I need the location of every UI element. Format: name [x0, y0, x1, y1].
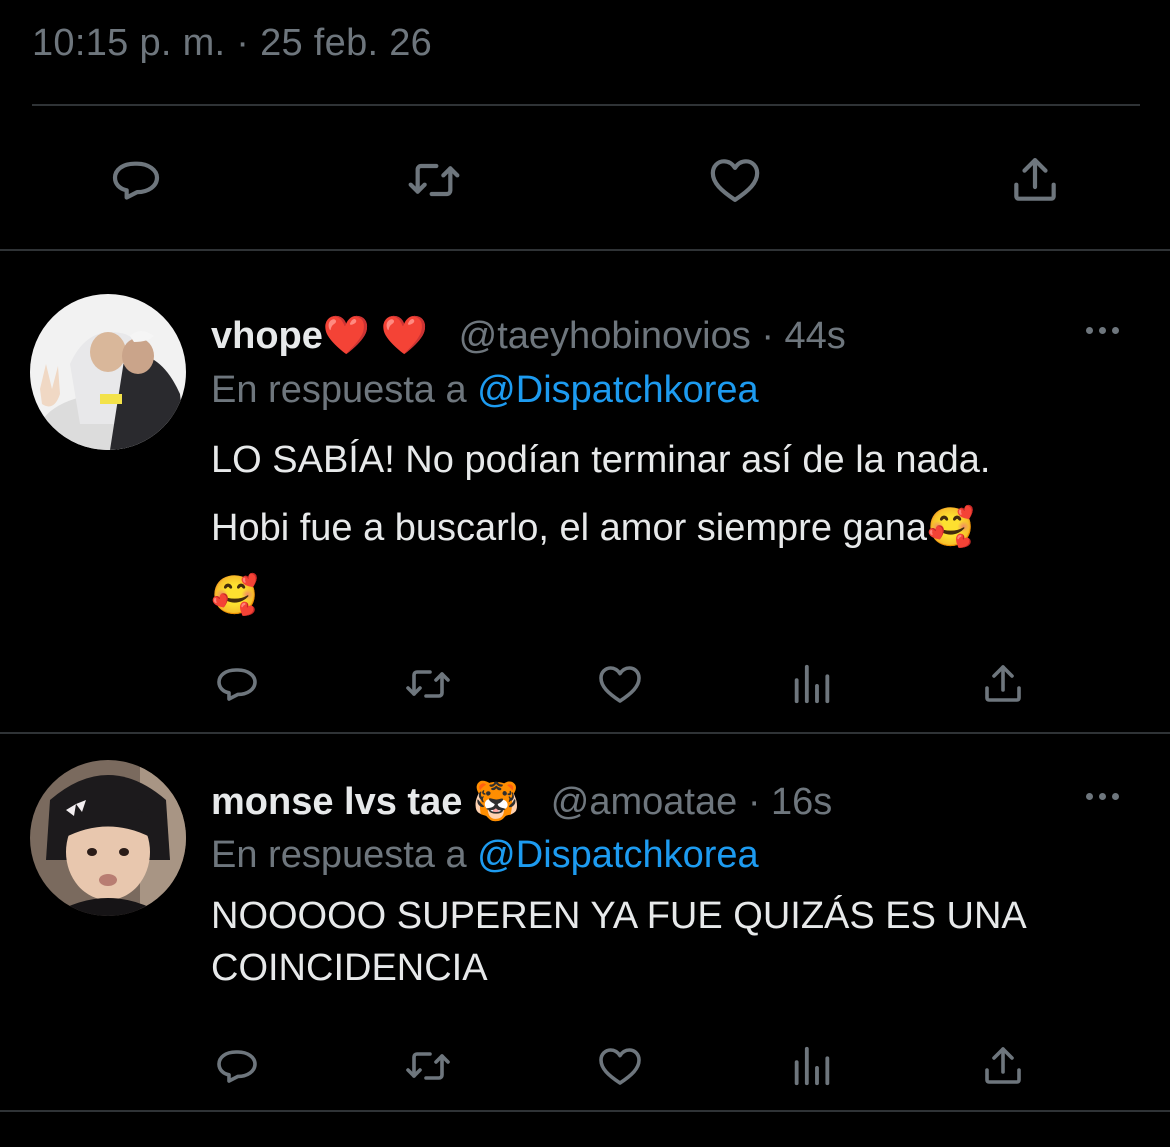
retweet-button[interactable]: [398, 1036, 458, 1096]
like-icon: [599, 666, 641, 703]
tweet-actions: [0, 1036, 1170, 1096]
like-button[interactable]: [590, 1036, 650, 1096]
retweet-icon: [408, 163, 460, 197]
reply-button[interactable]: [207, 1036, 267, 1096]
reply-icon: [217, 668, 257, 701]
divider: [0, 1110, 1170, 1112]
share-icon: [1014, 158, 1056, 201]
tweet-text: NOOOOO SUPEREN YA FUE QUIZÁS ES UNA COIN…: [211, 890, 1131, 994]
like-button[interactable]: [695, 140, 775, 220]
divider: [32, 104, 1140, 106]
reply-tweet[interactable]: monse lvs tae 🐯 @amoatae · 16s En respue…: [0, 734, 1170, 1110]
tweet-actions: [0, 654, 1170, 714]
tweet-timestamp[interactable]: 10:15 p. m. · 25 feb. 26: [32, 22, 432, 65]
share-button[interactable]: [973, 1036, 1033, 1096]
divider: [0, 249, 1170, 251]
tweet-text-line: 🥰: [211, 575, 259, 617]
views-icon: [794, 664, 830, 704]
retweet-icon: [406, 1052, 450, 1080]
like-button[interactable]: [590, 654, 650, 714]
like-icon: [710, 159, 760, 202]
views-button[interactable]: [782, 654, 842, 714]
share-button[interactable]: [973, 654, 1033, 714]
relative-time[interactable]: · 44s: [761, 315, 845, 357]
retweet-button[interactable]: [398, 654, 458, 714]
display-name[interactable]: monse lvs tae 🐯: [211, 781, 520, 823]
reply-button[interactable]: [207, 654, 267, 714]
share-icon: [985, 1047, 1021, 1084]
avatar[interactable]: [30, 760, 186, 916]
views-button[interactable]: [782, 1036, 842, 1096]
reply-button[interactable]: [96, 140, 176, 220]
reply-prefix: En respuesta a: [211, 369, 467, 411]
more-icon: [1085, 326, 1093, 334]
display-name[interactable]: vhope❤️ ❤️: [211, 315, 428, 357]
reply-icon: [112, 161, 160, 200]
reply-prefix: En respuesta a: [211, 834, 467, 876]
more-options-button[interactable]: [1072, 786, 1132, 806]
retweet-icon: [406, 670, 450, 698]
views-icon: [794, 1046, 830, 1086]
reply-icon: [217, 1050, 257, 1083]
more-icon: [1085, 792, 1093, 800]
avatar[interactable]: [30, 294, 186, 450]
share-icon: [985, 665, 1021, 702]
retweet-button[interactable]: [394, 140, 474, 220]
main-tweet-actions: [0, 140, 1170, 220]
user-handle[interactable]: @taeyhobinovios: [459, 315, 751, 357]
more-options-button[interactable]: [1072, 320, 1132, 340]
share-button[interactable]: [995, 140, 1075, 220]
tweet-text-line: COINCIDENCIA: [211, 947, 488, 989]
reply-tweet[interactable]: vhope❤️ ❤️ @taeyhobinovios · 44s En resp…: [0, 252, 1170, 732]
tweet-text-line: LO SABÍA! No podían terminar así de la n…: [211, 439, 991, 481]
tweet-text-line: NOOOOO SUPEREN YA FUE QUIZÁS ES UNA: [211, 895, 1027, 937]
user-handle[interactable]: @amoatae: [551, 781, 737, 823]
relative-time[interactable]: · 16s: [748, 781, 832, 823]
tweet-text: LO SABÍA! No podían terminar así de la n…: [211, 426, 1131, 630]
reply-mention-link[interactable]: @Dispatchkorea: [477, 369, 758, 411]
reply-mention-link[interactable]: @Dispatchkorea: [477, 834, 758, 876]
like-icon: [599, 1048, 641, 1085]
tweet-text-line: Hobi fue a buscarlo, el amor siempre gan…: [211, 507, 975, 549]
